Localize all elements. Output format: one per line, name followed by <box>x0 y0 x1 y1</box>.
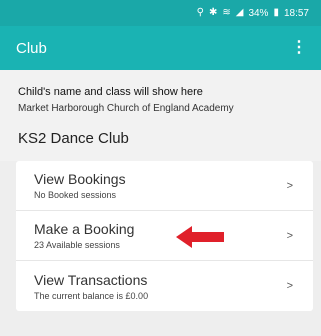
club-name: KS2 Dance Club <box>18 130 129 147</box>
school-name: Market Harborough Church of England Acad… <box>18 103 234 114</box>
wifi-icon: ≋ <box>222 7 231 18</box>
bluetooth-icon: ✱ <box>208 7 218 18</box>
make-booking-title: Make a Booking <box>34 221 135 237</box>
make-booking-subtitle: 23 Available sessions <box>34 240 120 250</box>
club-info: Child's name and class will show here Ma… <box>0 70 321 161</box>
battery-icon: ▮ <box>273 7 279 18</box>
battery-percent: 34% <box>248 7 269 19</box>
status-bar: ⚲ ✱ ≋ ◢ 34% ▮ 18:57 <box>0 0 321 26</box>
signal-icon: ◢ <box>235 7 244 18</box>
view-transactions-subtitle: The current balance is £0.00 <box>34 290 149 301</box>
view-bookings-item[interactable]: View Bookings No Booked sessions > <box>16 161 313 211</box>
view-transactions-item[interactable]: View Transactions The current balance is… <box>16 261 313 311</box>
page-title: Club <box>16 39 47 57</box>
location-pin-icon: ⚲ <box>196 7 204 18</box>
status-time: 18:57 <box>283 7 309 19</box>
view-bookings-title: View Bookings <box>34 171 126 187</box>
view-transactions-title: View Transactions <box>34 271 148 288</box>
child-info-text: Child's name and class will show here <box>18 86 203 98</box>
make-booking-item[interactable]: Make a Booking 23 Available sessions > <box>16 211 313 261</box>
chevron-right-icon: > <box>286 179 293 192</box>
chevron-right-icon: > <box>286 280 293 292</box>
view-bookings-subtitle: No Booked sessions <box>34 190 117 200</box>
chevron-right-icon: > <box>286 229 293 242</box>
overflow-menu-icon[interactable]: ⋮ <box>291 40 307 56</box>
app-bar: Club ⋮ <box>0 26 321 70</box>
left-arrow-annotation-icon <box>176 226 224 248</box>
menu-card: View Bookings No Booked sessions > Make … <box>16 161 313 311</box>
